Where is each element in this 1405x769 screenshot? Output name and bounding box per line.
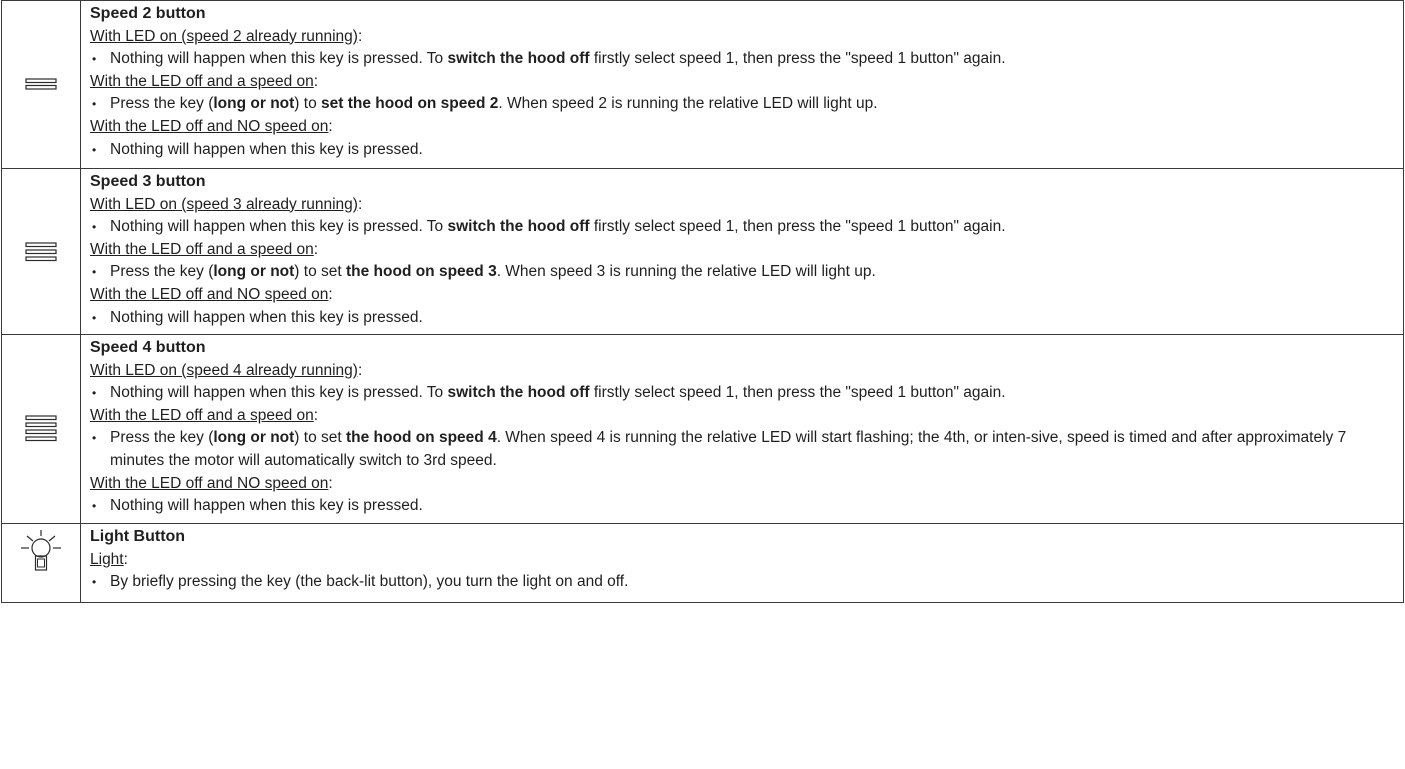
bullet-text: Nothing will happen when this key is pre…	[110, 384, 448, 402]
icon-cell	[1, 168, 81, 335]
bullet-emphasis: long or not	[213, 429, 295, 447]
instructions-table: Speed 2 button With LED on (speed 2 alre…	[1, 0, 1404, 603]
speed-3-bars-icon	[25, 241, 57, 261]
condition-line: With the LED off and NO speed on:	[90, 117, 333, 135]
condition-line: With LED on (speed 3 already running):	[90, 195, 363, 213]
condition-label: With LED on (speed 3 already running)	[90, 195, 358, 213]
description-cell: Speed 2 button With LED on (speed 2 alre…	[80, 0, 1404, 169]
bullet-emphasis: switch the hood off	[447, 218, 590, 236]
bullet-item: Nothing will happen when this key is pre…	[90, 139, 1395, 162]
section-title: Light Button	[90, 528, 186, 545]
table-row-light: Light Button Light: By briefly pressing …	[1, 523, 1404, 603]
bullet-emphasis: the hood on speed 4	[345, 429, 497, 447]
bullet-text: firstly select speed 1, then press the "…	[589, 384, 1006, 402]
condition-label: With the LED off and NO speed on	[90, 474, 329, 492]
bullet-emphasis: switch the hood off	[447, 384, 590, 402]
condition-label: Light	[90, 550, 124, 568]
condition-label: With the LED off and NO speed on	[90, 285, 329, 303]
table-row-speed-2: Speed 2 button With LED on (speed 2 alre…	[1, 0, 1404, 169]
section-title: Speed 4 button	[90, 339, 206, 356]
icon-cell	[1, 523, 81, 603]
bullet-item: By briefly pressing the key (the back-li…	[90, 571, 1395, 594]
bullet-emphasis: switch the hood off	[447, 50, 590, 68]
bullet-text: Nothing will happen when this key is pre…	[110, 218, 448, 236]
condition-line: With the LED off and NO speed on:	[90, 474, 333, 492]
bullet-emphasis: long or not	[213, 95, 295, 113]
section-title: Speed 2 button	[90, 5, 206, 22]
speed-2-bars-icon	[25, 76, 57, 93]
condition-label: With the LED off and a speed on	[90, 240, 314, 258]
bullet-emphasis: long or not	[213, 263, 295, 281]
condition-label: With LED on (speed 2 already running)	[90, 27, 358, 45]
bullet-item: Press the key (long or not) to set the h…	[90, 427, 1395, 472]
bullet-emphasis: the hood on speed 3	[345, 263, 497, 281]
description-cell: Light Button Light: By briefly pressing …	[80, 523, 1404, 603]
condition-line: With the LED off and a speed on:	[90, 72, 319, 90]
bullet-text: Press the key (	[110, 429, 214, 447]
bullet-item: Nothing will happen when this key is pre…	[90, 48, 1395, 71]
bullet-text: Press the key (	[110, 95, 214, 113]
condition-label: With the LED off and a speed on	[90, 72, 314, 90]
icon-cell	[1, 334, 81, 524]
condition-line: With the LED off and a speed on:	[90, 406, 319, 424]
bullet-item: Nothing will happen when this key is pre…	[90, 216, 1395, 239]
bullet-text: . When speed 2 is running the relative L…	[498, 95, 878, 113]
condition-label: With LED on (speed 4 already running)	[90, 361, 358, 379]
condition-line: With LED on (speed 2 already running):	[90, 27, 363, 45]
bullet-text: Press the key (	[110, 263, 214, 281]
bullet-item: Nothing will happen when this key is pre…	[90, 307, 1395, 330]
bullet-item: Press the key (long or not) to set the h…	[90, 261, 1395, 284]
condition-line: With the LED off and a speed on:	[90, 240, 319, 258]
light-bulb-icon	[19, 530, 63, 571]
speed-4-bars-icon	[25, 415, 57, 442]
bullet-emphasis: set the hood on speed 2	[321, 95, 499, 113]
description-cell: Speed 4 button With LED on (speed 4 alre…	[80, 334, 1404, 524]
bullet-text: Nothing will happen when this key is pre…	[110, 50, 448, 68]
condition-label: With the LED off and a speed on	[90, 406, 314, 424]
condition-line: With the LED off and NO speed on:	[90, 285, 333, 303]
condition-line: With LED on (speed 4 already running):	[90, 361, 363, 379]
bullet-item: Press the key (long or not) to set the h…	[90, 93, 1395, 116]
bullet-item: Nothing will happen when this key is pre…	[90, 382, 1395, 405]
bullet-text: firstly select speed 1, then press the "…	[589, 50, 1006, 68]
section-title: Speed 3 button	[90, 173, 206, 190]
table-row-speed-4: Speed 4 button With LED on (speed 4 alre…	[1, 334, 1404, 524]
condition-label: With the LED off and NO speed on	[90, 117, 329, 135]
bullet-text: . When speed 3 is running the relative L…	[496, 263, 876, 281]
bullet-text: ) to	[294, 95, 321, 113]
bullet-text: ) to set	[294, 263, 346, 281]
bullet-item: Nothing will happen when this key is pre…	[90, 495, 1395, 518]
condition-line: Light:	[90, 550, 128, 568]
description-cell: Speed 3 button With LED on (speed 3 alre…	[80, 168, 1404, 335]
table-row-speed-3: Speed 3 button With LED on (speed 3 alre…	[1, 168, 1404, 335]
icon-cell	[1, 0, 81, 169]
bullet-text: firstly select speed 1, then press the "…	[589, 218, 1006, 236]
bullet-text: ) to set	[294, 429, 346, 447]
